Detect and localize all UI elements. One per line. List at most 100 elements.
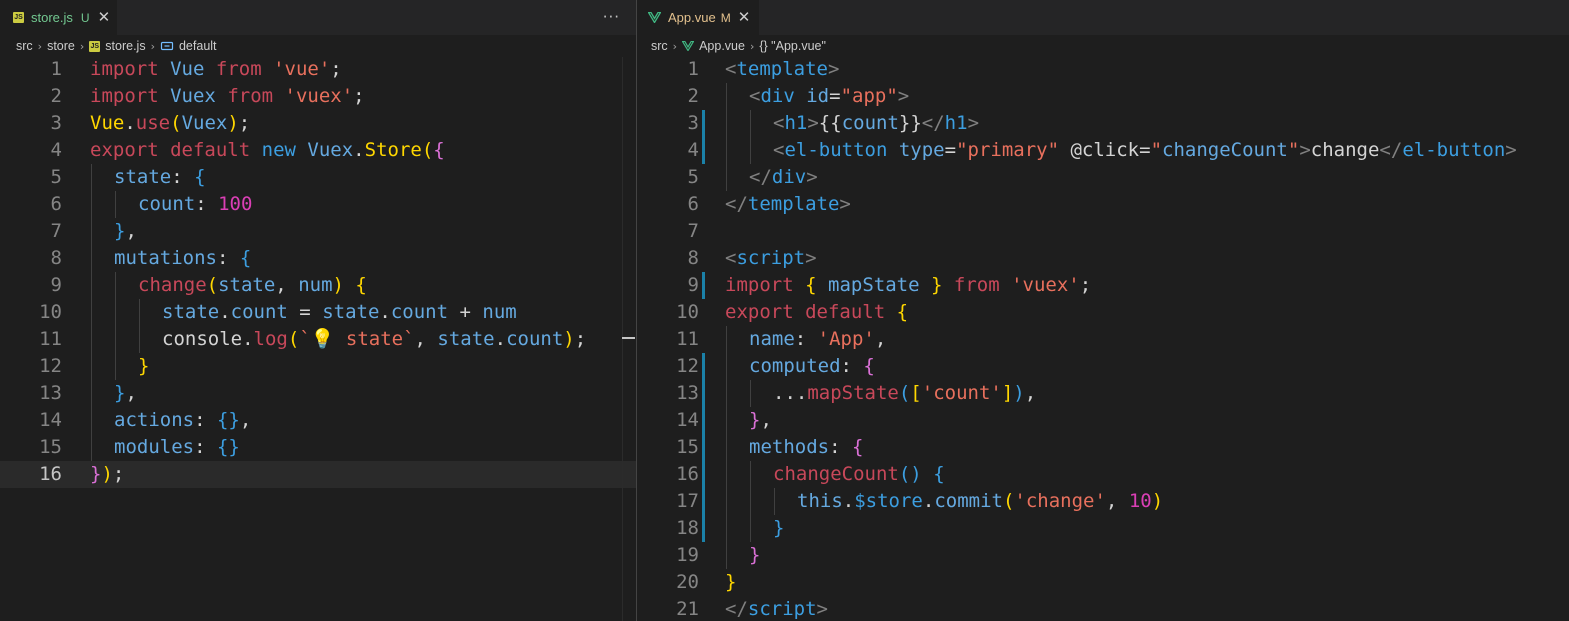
- code-token: $store: [854, 490, 923, 512]
- modified-gutter-indicator[interactable]: [702, 137, 705, 164]
- close-icon[interactable]: ✕: [738, 10, 751, 25]
- breadcrumb-item[interactable]: src: [16, 39, 33, 53]
- code-line[interactable]: 3 <h1>{{count}}</h1>: [637, 110, 1569, 137]
- code-token: (: [898, 382, 911, 404]
- code-token: :: [195, 193, 219, 215]
- code-token: {: [355, 274, 367, 296]
- code-line[interactable]: 19}: [637, 542, 1569, 569]
- code-token: =: [944, 139, 957, 161]
- code-area[interactable]: 1 <template> 2 <div id="app"> 3 <h1>{{count}}…: [637, 56, 1569, 621]
- code-token: template: [747, 193, 840, 215]
- line-number: 11: [676, 328, 699, 350]
- code-line[interactable]: 1 <template>: [637, 56, 1569, 83]
- breadcrumb-item[interactable]: App.vue: [699, 39, 745, 53]
- code-line[interactable]: 16 changeCount() {: [637, 461, 1569, 488]
- modified-gutter-indicator[interactable]: [702, 515, 705, 542]
- breadcrumb-item[interactable]: {} "App.vue": [759, 39, 826, 53]
- code-token: default: [170, 139, 251, 161]
- breadcrumb-item[interactable]: store.js: [105, 39, 145, 53]
- code-token: ,: [239, 409, 252, 431]
- code-line[interactable]: 7: [637, 218, 1569, 245]
- modified-gutter-indicator[interactable]: [702, 272, 705, 299]
- modified-badge: M: [720, 10, 731, 25]
- code-line[interactable]: 4 export default new Vuex.Store({: [0, 137, 636, 164]
- code-line[interactable]: 9 change(state, num) {: [0, 272, 636, 299]
- left-editor-pane[interactable]: JS store.js U ✕ ··· src › store › JS sto…: [0, 0, 636, 621]
- code-line[interactable]: 14},: [637, 407, 1569, 434]
- code-text: },: [749, 407, 772, 434]
- code-line[interactable]: 18}: [637, 515, 1569, 542]
- code-token: .: [353, 139, 365, 161]
- code-line[interactable]: 21 </script>: [637, 596, 1569, 621]
- modified-gutter-indicator[interactable]: [702, 110, 705, 137]
- vertical-scrollbar[interactable]: [622, 57, 623, 621]
- code-line[interactable]: 8 mutations: {: [0, 245, 636, 272]
- code-line[interactable]: 1 import Vue from 'vue';: [0, 56, 636, 83]
- code-line[interactable]: 11 console.log(`💡 state`, state.count);: [0, 326, 636, 353]
- code-line[interactable]: 9 import { mapState } from 'vuex';: [637, 272, 1569, 299]
- modified-gutter-indicator[interactable]: [702, 353, 705, 380]
- code-line[interactable]: 16});: [0, 461, 636, 488]
- code-line[interactable]: 2 import Vuex from 'vuex';: [0, 83, 636, 110]
- code-line[interactable]: 15 modules: {}: [0, 434, 636, 461]
- code-line[interactable]: 5 state: {: [0, 164, 636, 191]
- code-line[interactable]: 12}: [0, 353, 636, 380]
- tab-store-js[interactable]: JS store.js U ✕: [0, 0, 117, 35]
- code-line[interactable]: 3 Vue.use(Vuex);: [0, 110, 636, 137]
- indent-guide: [726, 326, 727, 353]
- line-number: 9: [50, 274, 62, 296]
- code-area[interactable]: 1 import Vue from 'vue'; 2 import Vuex from…: [0, 56, 636, 488]
- breadcrumb-item[interactable]: default: [179, 39, 217, 53]
- breadcrumb: src › App.vue › {} "App.vue": [637, 35, 1569, 57]
- code-line[interactable]: 15 methods: {: [637, 434, 1569, 461]
- breadcrumb-item[interactable]: src: [651, 39, 668, 53]
- code-line[interactable]: 7},: [0, 218, 636, 245]
- modified-gutter-indicator[interactable]: [702, 407, 705, 434]
- modified-gutter-indicator[interactable]: [702, 380, 705, 407]
- code-line[interactable]: 20}: [637, 569, 1569, 596]
- code-text: <div id="app">: [749, 83, 909, 110]
- code-line[interactable]: 13},: [0, 380, 636, 407]
- indent-guide: [139, 299, 140, 326]
- modified-gutter-indicator[interactable]: [702, 488, 705, 515]
- tab-app-vue[interactable]: App.vue M ✕: [637, 0, 759, 35]
- code-line[interactable]: 17 this.$store.commit('change', 10): [637, 488, 1569, 515]
- code-token: .: [242, 328, 254, 350]
- line-number: 13: [676, 382, 699, 404]
- modified-gutter-indicator[interactable]: [702, 461, 705, 488]
- code-line[interactable]: 10 state.count = state.count + num: [0, 299, 636, 326]
- code-line[interactable]: 10 export default {: [637, 299, 1569, 326]
- indent-guide: [115, 299, 116, 326]
- code-line[interactable]: 14 actions: {},: [0, 407, 636, 434]
- code-line[interactable]: 5 </div>: [637, 164, 1569, 191]
- code-line[interactable]: 6 count: 100: [0, 191, 636, 218]
- modified-gutter-indicator[interactable]: [702, 434, 705, 461]
- code-line[interactable]: 12 computed: {: [637, 353, 1569, 380]
- code-token: >: [807, 112, 819, 134]
- code-line[interactable]: 8 <script>: [637, 245, 1569, 272]
- more-actions-icon[interactable]: ···: [603, 8, 620, 26]
- chevron-right-icon: ›: [37, 39, 43, 53]
- code-line[interactable]: 13 ...mapState(['count']),: [637, 380, 1569, 407]
- code-token: >: [897, 85, 910, 107]
- code-token: h1: [784, 112, 808, 134]
- code-line[interactable]: 2 <div id="app">: [637, 83, 1569, 110]
- code-token: div: [771, 166, 807, 188]
- code-line[interactable]: 6 </template>: [637, 191, 1569, 218]
- code-text: console.log(`💡 state`, state.count);: [162, 326, 586, 353]
- scrollbar-position-marker: [622, 337, 635, 339]
- close-icon[interactable]: ✕: [98, 10, 111, 25]
- code-text: import Vue from 'vue';: [90, 56, 342, 83]
- code-text: <script>: [725, 245, 817, 272]
- line-number: 9: [687, 274, 699, 296]
- indent-guide: [91, 245, 92, 272]
- code-line[interactable]: 11 name: 'App',: [637, 326, 1569, 353]
- indent-guide: [115, 191, 116, 218]
- chevron-right-icon: ›: [749, 39, 755, 53]
- breadcrumb-item[interactable]: store: [47, 39, 75, 53]
- code-line[interactable]: 4 <el-button type="primary" @click="chang…: [637, 137, 1569, 164]
- right-editor-pane[interactable]: App.vue M ✕ src › App.vue › {} "App.vue"…: [637, 0, 1569, 621]
- code-token: Vue: [170, 58, 205, 80]
